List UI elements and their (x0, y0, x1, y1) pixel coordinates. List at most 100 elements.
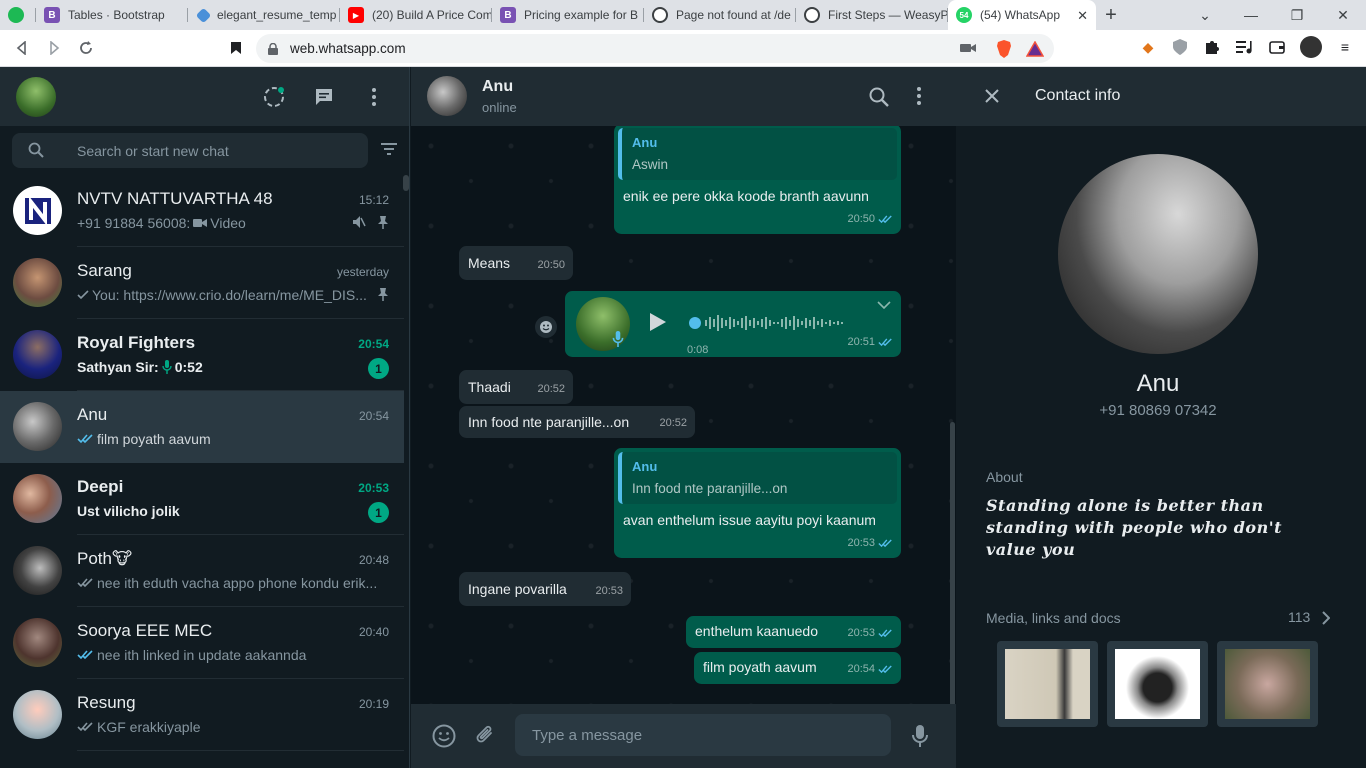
media-section[interactable]: Media, links and docs 113 (956, 588, 1360, 748)
close-tab-icon[interactable]: ✕ (1077, 8, 1088, 24)
contact-profile-photo[interactable] (1058, 154, 1258, 354)
double-tick-icon (77, 578, 94, 588)
close-window-button[interactable]: ✕ (1320, 0, 1366, 30)
camera-icon[interactable] (960, 42, 976, 54)
filter-icon[interactable] (380, 142, 398, 156)
browser-tab[interactable]: First Steps — WeasyP (796, 0, 948, 30)
browser-tab-spotify[interactable] (0, 0, 36, 30)
contact-avatar[interactable] (427, 76, 467, 116)
message-list-scrollbar[interactable] (950, 422, 955, 706)
voice-message-bubble[interactable]: 0:08 20:51 (565, 291, 901, 357)
quoted-message[interactable]: Anu Aswin (618, 128, 897, 180)
extensions-puzzle-icon[interactable] (1203, 38, 1221, 56)
double-tick-icon (878, 539, 893, 548)
chat-list-item[interactable]: Resung 20:19 KGF erakkiyaple (0, 679, 404, 751)
new-chat-icon[interactable] (312, 85, 336, 109)
message-bubble-outgoing[interactable]: film poyath aavum 20:54 (694, 652, 901, 684)
chat-list-item[interactable]: Deepi 20:53 Ust vilicho jolik 1 (0, 463, 404, 535)
media-thumbnail[interactable] (997, 641, 1098, 727)
message-bubble-incoming[interactable]: Means 20:50 (459, 246, 573, 280)
conversation-panel: Anu online Anu Aswin enik ee pere okka k… (411, 67, 956, 768)
chevron-right-icon[interactable] (1322, 611, 1330, 625)
chat-divider (77, 750, 404, 751)
message-bubble-incoming[interactable]: Inn food nte paranjille...on 20:52 (459, 406, 695, 438)
conversation-header[interactable]: Anu online (411, 67, 956, 126)
voice-waveform[interactable] (689, 313, 879, 333)
panel-title: Contact info (1035, 87, 1121, 104)
play-icon[interactable] (649, 312, 667, 332)
brave-rewards-icon[interactable] (1026, 41, 1044, 57)
react-emoji-button[interactable] (535, 316, 557, 338)
media-queue-icon[interactable] (1235, 38, 1253, 56)
quoted-author: Anu (632, 459, 658, 474)
message-bubble-outgoing[interactable]: Anu Inn food nte paranjille...on avan en… (614, 448, 901, 558)
message-options-chevron-icon[interactable] (877, 301, 891, 309)
chat-preview: +91 91884 56008: Video (77, 215, 382, 231)
browser-tab[interactable]: elegant_resume_temp (188, 0, 340, 30)
minimize-button[interactable]: — (1228, 0, 1274, 30)
mic-icon (162, 360, 172, 374)
chat-time: yesterday (336, 265, 389, 279)
contact-info-phone: +91 80869 07342 (1099, 402, 1217, 419)
chat-list-item[interactable]: NVTV NATTUVARTHA 48 15:12 +91 91884 5600… (0, 175, 404, 247)
chat-name: Soorya EEE MEC (77, 621, 213, 640)
message-bubble-outgoing[interactable]: enthelum kaanuedo 20:53 (686, 616, 901, 648)
message-time: 20:52 (659, 417, 687, 429)
conversation-menu-icon[interactable] (917, 87, 921, 105)
message-text: enik ee pere okka koode branth aavunn (623, 188, 869, 204)
my-profile-avatar[interactable] (16, 76, 56, 117)
reload-button[interactable] (70, 32, 102, 64)
close-panel-icon[interactable] (984, 88, 1000, 104)
chat-preview: nee ith linked in update aakannda (77, 647, 382, 663)
tab-search-icon[interactable]: ⌄ (1182, 0, 1228, 30)
browser-tab-active[interactable]: 54 (54) WhatsApp ✕ (948, 0, 1096, 30)
message-text: Means (468, 255, 511, 271)
address-bar[interactable]: web.whatsapp.com (256, 34, 1054, 63)
message-time: 20:53 (847, 627, 875, 639)
attach-paperclip-icon[interactable] (474, 724, 496, 746)
media-thumbnail[interactable] (1107, 641, 1208, 727)
chat-list-item[interactable]: Royal Fighters 20:54 Sathyan Sir: 0:52 1 (0, 319, 404, 391)
browser-tab[interactable]: Page not found at /de (644, 0, 796, 30)
browser-tab[interactable]: B Pricing example for B (492, 0, 644, 30)
message-text: Thaadi (468, 379, 511, 395)
wallet-icon[interactable] (1268, 38, 1286, 56)
shield-extension-icon[interactable] (1171, 38, 1189, 56)
chat-list-item[interactable]: Soorya EEE MEC 20:40 nee ith linked in u… (0, 607, 404, 679)
metamask-icon[interactable]: ◆ (1139, 38, 1157, 56)
message-input[interactable]: Type a message (515, 714, 891, 756)
chat-time: 20:54 (358, 337, 389, 351)
message-bubble-incoming[interactable]: Thaadi 20:52 (459, 370, 573, 404)
chat-list-item-selected[interactable]: Anu 20:54 film poyath aavum (0, 391, 404, 463)
menu-kebab-icon[interactable] (362, 85, 386, 109)
back-button[interactable] (6, 32, 38, 64)
muted-icon (352, 215, 366, 229)
contact-name: Anu (482, 78, 514, 95)
browser-tab[interactable]: B Tables · Bootstrap (36, 0, 188, 30)
new-tab-button[interactable]: + (1096, 0, 1126, 30)
search-messages-icon[interactable] (869, 87, 889, 107)
message-time: 20:54 (847, 663, 875, 675)
message-bubble-incoming[interactable]: Ingane povarilla 20:53 (459, 572, 631, 606)
chat-name: Anu (77, 405, 108, 424)
status-icon[interactable] (262, 85, 286, 109)
emoji-icon[interactable] (432, 724, 456, 748)
bookmark-icon[interactable] (220, 32, 252, 64)
lock-icon (268, 42, 278, 55)
microphone-icon[interactable] (911, 724, 929, 748)
maximize-button[interactable]: ❐ (1274, 0, 1320, 30)
search-input[interactable]: Search or start new chat (12, 133, 368, 168)
unread-badge: 1 (368, 358, 389, 379)
quoted-message[interactable]: Anu Inn food nte paranjille...on (618, 452, 897, 504)
chat-list-item[interactable]: Poth🐮 20:48 nee ith eduth vacha appo pho… (0, 535, 404, 607)
message-bubble-outgoing[interactable]: Anu Aswin enik ee pere okka koode branth… (614, 126, 901, 234)
chat-time: 20:54 (358, 409, 389, 423)
browser-tab[interactable]: ▶ (20) Build A Price Com (340, 0, 492, 30)
brave-shields-icon[interactable] (996, 40, 1012, 58)
menu-icon[interactable]: ≡ (1336, 38, 1354, 56)
forward-button[interactable] (38, 32, 70, 64)
media-thumbnail[interactable] (1217, 641, 1318, 727)
profile-avatar[interactable] (1300, 36, 1322, 58)
chat-list-item[interactable]: Sarang yesterday You: https://www.crio.d… (0, 247, 404, 319)
message-meta: 20:50 (847, 210, 893, 229)
